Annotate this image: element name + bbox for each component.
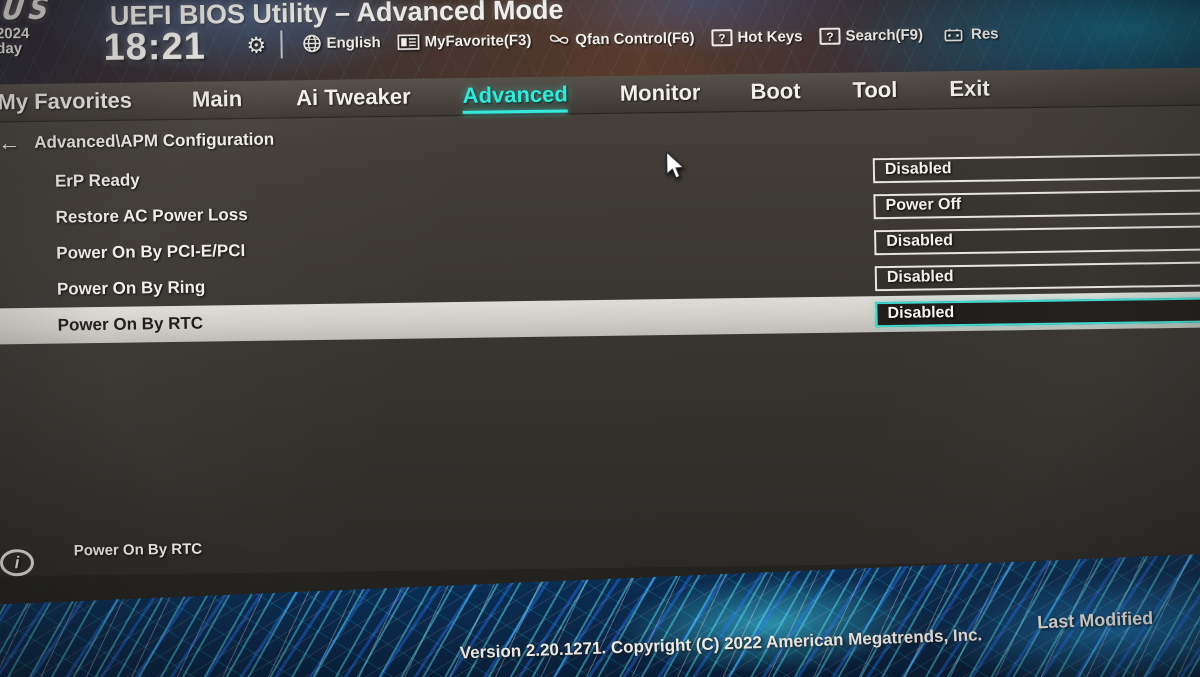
language-selector[interactable]: English: [302, 33, 381, 53]
setting-value: Power Off: [885, 195, 962, 215]
back-arrow-icon[interactable]: ←: [0, 130, 21, 155]
myfavorite-button[interactable]: MyFavorite(F3): [397, 31, 532, 51]
setting-value-box[interactable]: Disabled: [874, 259, 1200, 291]
resize-icon: [940, 25, 966, 43]
breadcrumb-label: Advanced\APM Configuration: [34, 129, 275, 152]
help-text: Power On By RTC: [73, 540, 203, 560]
resize-bar-label: Res: [970, 25, 999, 43]
tab-advanced[interactable]: Advanced: [462, 81, 568, 110]
info-icon: i: [0, 548, 35, 577]
tab-my-favorites[interactable]: My Favorites: [0, 88, 132, 118]
tab-boot[interactable]: Boot: [750, 78, 801, 107]
settings-list: ErP Ready Disabled Restore AC Power Loss…: [0, 147, 1200, 345]
qfan-label: Qfan Control(F6): [575, 29, 695, 49]
myfavorite-icon: [397, 34, 420, 51]
globe-icon: [302, 34, 321, 53]
setting-value-box[interactable]: Power Off: [873, 187, 1200, 219]
setting-value: Disabled: [884, 160, 952, 179]
hot-keys-label: Hot Keys: [737, 28, 803, 47]
setting-label: ErP Ready: [54, 170, 140, 191]
system-date: 01/18/2024 Thursday: [0, 25, 30, 59]
question-icon: ?: [711, 29, 733, 47]
language-label: English: [326, 34, 381, 52]
last-modified-button[interactable]: Last Modified: [1037, 608, 1154, 633]
breadcrumb: ← Advanced\APM Configuration: [0, 129, 275, 156]
qfan-control-button[interactable]: Qfan Control(F6): [548, 29, 695, 50]
tab-monitor[interactable]: Monitor: [620, 80, 701, 109]
tab-ai-tweaker[interactable]: Ai Tweaker: [296, 84, 411, 114]
setting-value-box[interactable]: Disabled: [875, 295, 1200, 327]
hot-keys-button[interactable]: ? Hot Keys: [711, 28, 803, 47]
weekday-value: Thursday: [0, 40, 23, 59]
setting-value-box[interactable]: Disabled: [872, 151, 1200, 183]
system-clock: 18:21: [103, 25, 207, 69]
search-label: Search(F9): [845, 26, 924, 45]
question-icon: ?: [819, 27, 841, 45]
asus-logo: ASUS: [0, 0, 56, 28]
resize-bar-button[interactable]: Res: [940, 25, 999, 44]
setting-label: Restore AC Power Loss: [55, 204, 248, 227]
qfan-icon: [548, 30, 570, 49]
setting-value: Disabled: [886, 232, 954, 251]
gear-icon[interactable]: ⚙: [246, 33, 266, 59]
tab-main[interactable]: Main: [192, 86, 243, 115]
tab-tool[interactable]: Tool: [852, 77, 897, 106]
setting-value: Disabled: [886, 268, 954, 287]
setting-label: Power On By PCI-E/PCI: [56, 240, 246, 263]
tab-exit[interactable]: Exit: [949, 76, 990, 105]
setting-value-box[interactable]: Disabled: [874, 223, 1200, 255]
setting-value: Disabled: [887, 304, 955, 323]
setting-label: Power On By Ring: [56, 277, 206, 299]
mouse-pointer: [665, 150, 688, 186]
setting-label: Power On By RTC: [57, 313, 204, 335]
bios-screen-photo: ASUS UEFI BIOS Utility – Advanced Mode 0…: [0, 0, 1200, 677]
myfavorite-label: MyFavorite(F3): [424, 31, 532, 51]
search-button[interactable]: ? Search(F9): [819, 26, 924, 45]
